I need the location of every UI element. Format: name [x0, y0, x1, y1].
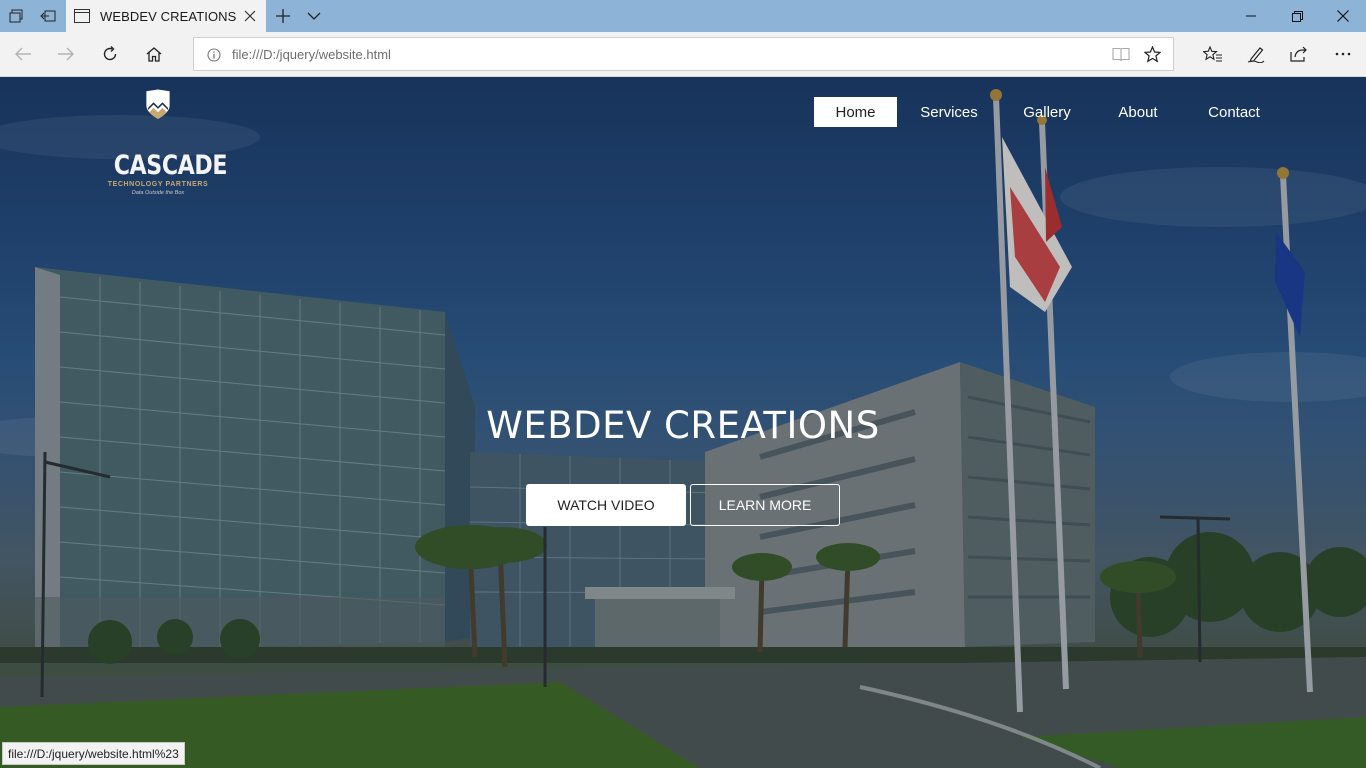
- reading-view-icon[interactable]: [1112, 47, 1130, 62]
- watch-video-button[interactable]: WATCH VIDEO: [526, 484, 686, 526]
- more-button[interactable]: [1325, 38, 1361, 70]
- back-button[interactable]: [5, 38, 41, 70]
- minimize-icon: [1246, 15, 1256, 17]
- arrow-left-icon: [15, 47, 31, 61]
- home-icon: [146, 46, 162, 62]
- nav-gallery[interactable]: Gallery: [1012, 97, 1082, 127]
- browser-tab-bar: WEBDEV CREATIONS: [0, 0, 1366, 32]
- pen-icon: [1247, 46, 1265, 63]
- close-tab-icon[interactable]: [242, 8, 258, 24]
- minimize-button[interactable]: [1228, 0, 1274, 32]
- close-window-button[interactable]: [1320, 0, 1366, 32]
- restore-button[interactable]: [1274, 0, 1320, 32]
- restore-icon: [1291, 10, 1303, 22]
- address-bar[interactable]: file:///D:/jquery/website.html: [193, 37, 1174, 71]
- tab-stack-icon: [9, 9, 23, 23]
- tab-title: WEBDEV CREATIONS: [100, 8, 237, 24]
- chevron-down-icon: [307, 12, 321, 20]
- nav-home[interactable]: Home: [814, 97, 897, 127]
- nav-contact[interactable]: Contact: [1195, 97, 1273, 127]
- info-icon[interactable]: [207, 48, 221, 62]
- home-button[interactable]: [136, 38, 172, 70]
- refresh-button[interactable]: [92, 38, 128, 70]
- forward-button[interactable]: [48, 38, 84, 70]
- active-tab[interactable]: WEBDEV CREATIONS: [66, 0, 266, 32]
- tabs-aside-icon: [40, 10, 56, 22]
- url-text[interactable]: file:///D:/jquery/website.html: [232, 47, 391, 62]
- more-icon: [1335, 52, 1351, 56]
- logo-subtitle: TECHNOLOGY PARTNERS: [107, 181, 209, 188]
- star-icon[interactable]: [1144, 46, 1161, 63]
- logo-name: CASCADE: [113, 150, 228, 181]
- share-icon: [1290, 46, 1307, 62]
- tab-preview-button[interactable]: [298, 0, 330, 32]
- set-tabs-aside-button[interactable]: [32, 0, 64, 32]
- status-link-preview: file:///D:/jquery/website.html%23: [2, 742, 185, 765]
- new-tab-button[interactable]: [267, 0, 299, 32]
- close-icon: [1337, 10, 1349, 22]
- nav-services[interactable]: Services: [910, 97, 988, 127]
- favorites-button[interactable]: [1195, 38, 1231, 70]
- web-note-button[interactable]: [1238, 38, 1274, 70]
- favorites-icon: [1203, 46, 1222, 62]
- tab-actions-button[interactable]: [0, 0, 32, 32]
- share-button[interactable]: [1281, 38, 1317, 70]
- learn-more-button[interactable]: LEARN MORE: [690, 484, 840, 526]
- browser-toolbar: file:///D:/jquery/website.html: [0, 32, 1366, 77]
- page-icon: [74, 9, 90, 23]
- cascade-logo-icon[interactable]: [100, 89, 216, 151]
- arrow-right-icon: [58, 47, 74, 61]
- logo-tagline: Data Outside the Box: [131, 190, 185, 196]
- refresh-icon: [103, 46, 117, 61]
- web-page: CASCADE TECHNOLOGY PARTNERS Data Outside…: [0, 77, 1366, 768]
- nav-about[interactable]: About: [1104, 97, 1172, 127]
- hero-title: WEBDEV CREATIONS: [486, 404, 880, 447]
- plus-icon: [276, 9, 290, 23]
